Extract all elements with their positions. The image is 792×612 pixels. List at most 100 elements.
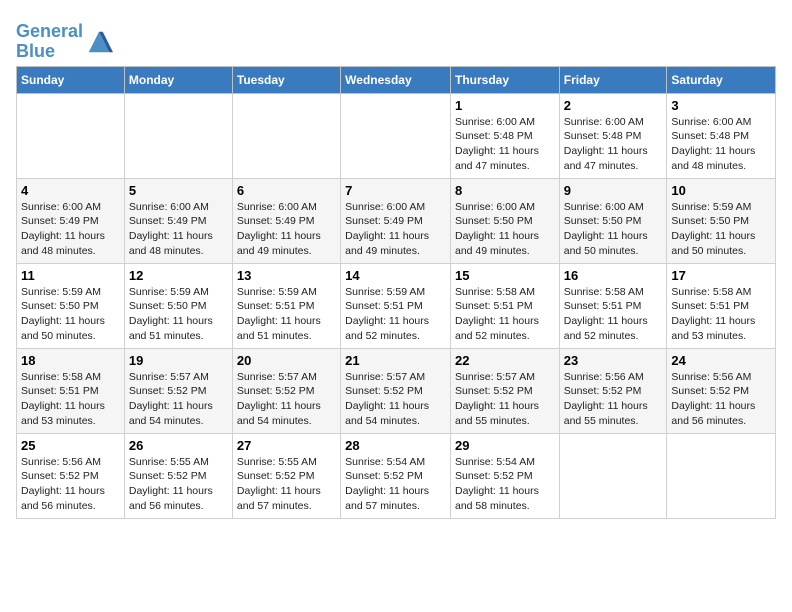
calendar-cell: 8 Sunrise: 6:00 AMSunset: 5:50 PMDaylight… <box>450 178 559 263</box>
day-info: Sunrise: 5:59 AMSunset: 5:51 PMDaylight:… <box>237 285 336 344</box>
col-header-monday: Monday <box>124 66 232 93</box>
day-number: 23 <box>564 353 663 368</box>
calendar-cell <box>232 93 340 178</box>
calendar-cell <box>17 93 125 178</box>
calendar-cell: 25 Sunrise: 5:56 AMSunset: 5:52 PMDayligh… <box>17 433 125 518</box>
day-number: 28 <box>345 438 446 453</box>
day-number: 13 <box>237 268 336 283</box>
calendar-cell: 18 Sunrise: 5:58 AMSunset: 5:51 PMDayligh… <box>17 348 125 433</box>
day-number: 27 <box>237 438 336 453</box>
day-number: 21 <box>345 353 446 368</box>
day-number: 15 <box>455 268 555 283</box>
day-info: Sunrise: 5:54 AMSunset: 5:52 PMDaylight:… <box>455 455 555 514</box>
day-number: 18 <box>21 353 120 368</box>
calendar-cell <box>341 93 451 178</box>
calendar-cell: 4 Sunrise: 6:00 AMSunset: 5:49 PMDaylight… <box>17 178 125 263</box>
calendar-cell: 10 Sunrise: 5:59 AMSunset: 5:50 PMDayligh… <box>667 178 776 263</box>
day-info: Sunrise: 6:00 AMSunset: 5:48 PMDaylight:… <box>671 115 771 174</box>
calendar-cell: 13 Sunrise: 5:59 AMSunset: 5:51 PMDayligh… <box>232 263 340 348</box>
day-number: 4 <box>21 183 120 198</box>
calendar-cell: 29 Sunrise: 5:54 AMSunset: 5:52 PMDayligh… <box>450 433 559 518</box>
calendar-cell: 22 Sunrise: 5:57 AMSunset: 5:52 PMDayligh… <box>450 348 559 433</box>
day-info: Sunrise: 5:57 AMSunset: 5:52 PMDaylight:… <box>345 370 446 429</box>
calendar-cell: 23Sunrise: 5:56 AMSunset: 5:52 PMDayligh… <box>559 348 667 433</box>
day-info: Sunrise: 6:00 AMSunset: 5:49 PMDaylight:… <box>237 200 336 259</box>
calendar-week-1: 4 Sunrise: 6:00 AMSunset: 5:49 PMDaylight… <box>17 178 776 263</box>
day-number: 29 <box>455 438 555 453</box>
day-info: Sunrise: 6:00 AMSunset: 5:50 PMDaylight:… <box>564 200 663 259</box>
day-number: 12 <box>129 268 228 283</box>
day-number: 3 <box>671 98 771 113</box>
calendar-cell: 2 Sunrise: 6:00 AMSunset: 5:48 PMDaylight… <box>559 93 667 178</box>
col-header-thursday: Thursday <box>450 66 559 93</box>
logo-text: General Blue <box>16 22 83 62</box>
day-info: Sunrise: 5:56 AMSunset: 5:52 PMDaylight:… <box>21 455 120 514</box>
day-info: Sunrise: 5:57 AMSunset: 5:52 PMDaylight:… <box>129 370 228 429</box>
day-number: 11 <box>21 268 120 283</box>
day-info: Sunrise: 5:54 AMSunset: 5:52 PMDaylight:… <box>345 455 446 514</box>
day-info: Sunrise: 5:58 AMSunset: 5:51 PMDaylight:… <box>21 370 120 429</box>
col-header-friday: Friday <box>559 66 667 93</box>
calendar-header-row: SundayMondayTuesdayWednesdayThursdayFrid… <box>17 66 776 93</box>
col-header-sunday: Sunday <box>17 66 125 93</box>
day-number: 9 <box>564 183 663 198</box>
col-header-wednesday: Wednesday <box>341 66 451 93</box>
day-number: 19 <box>129 353 228 368</box>
calendar-week-2: 11 Sunrise: 5:59 AMSunset: 5:50 PMDayligh… <box>17 263 776 348</box>
page-header: General Blue <box>16 16 776 62</box>
day-info: Sunrise: 5:55 AMSunset: 5:52 PMDaylight:… <box>129 455 228 514</box>
day-number: 1 <box>455 98 555 113</box>
day-info: Sunrise: 5:56 AMSunset: 5:52 PMDaylight:… <box>671 370 771 429</box>
calendar-cell: 16Sunrise: 5:58 AMSunset: 5:51 PMDayligh… <box>559 263 667 348</box>
calendar-cell: 1 Sunrise: 6:00 AMSunset: 5:48 PMDaylight… <box>450 93 559 178</box>
calendar-cell: 3 Sunrise: 6:00 AMSunset: 5:48 PMDaylight… <box>667 93 776 178</box>
day-info: Sunrise: 6:00 AMSunset: 5:49 PMDaylight:… <box>21 200 120 259</box>
day-info: Sunrise: 5:59 AMSunset: 5:50 PMDaylight:… <box>129 285 228 344</box>
calendar-cell: 20 Sunrise: 5:57 AMSunset: 5:52 PMDayligh… <box>232 348 340 433</box>
calendar-cell <box>124 93 232 178</box>
day-number: 22 <box>455 353 555 368</box>
day-number: 20 <box>237 353 336 368</box>
day-info: Sunrise: 5:58 AMSunset: 5:51 PMDaylight:… <box>564 285 663 344</box>
day-info: Sunrise: 5:58 AMSunset: 5:51 PMDaylight:… <box>671 285 771 344</box>
calendar-cell <box>667 433 776 518</box>
day-info: Sunrise: 6:00 AMSunset: 5:49 PMDaylight:… <box>345 200 446 259</box>
calendar-cell: 17Sunrise: 5:58 AMSunset: 5:51 PMDayligh… <box>667 263 776 348</box>
day-info: Sunrise: 5:57 AMSunset: 5:52 PMDaylight:… <box>455 370 555 429</box>
calendar-cell: 15 Sunrise: 5:58 AMSunset: 5:51 PMDayligh… <box>450 263 559 348</box>
calendar-cell: 6 Sunrise: 6:00 AMSunset: 5:49 PMDaylight… <box>232 178 340 263</box>
calendar-cell: 14Sunrise: 5:59 AMSunset: 5:51 PMDayligh… <box>341 263 451 348</box>
logo-icon <box>85 28 113 56</box>
day-info: Sunrise: 6:00 AMSunset: 5:48 PMDaylight:… <box>455 115 555 174</box>
logo: General Blue <box>16 22 113 62</box>
day-info: Sunrise: 5:57 AMSunset: 5:52 PMDaylight:… <box>237 370 336 429</box>
day-info: Sunrise: 5:59 AMSunset: 5:50 PMDaylight:… <box>21 285 120 344</box>
calendar-cell: 5Sunrise: 6:00 AMSunset: 5:49 PMDaylight… <box>124 178 232 263</box>
col-header-tuesday: Tuesday <box>232 66 340 93</box>
day-info: Sunrise: 5:58 AMSunset: 5:51 PMDaylight:… <box>455 285 555 344</box>
day-number: 8 <box>455 183 555 198</box>
day-number: 5 <box>129 183 228 198</box>
day-number: 2 <box>564 98 663 113</box>
calendar-cell: 12 Sunrise: 5:59 AMSunset: 5:50 PMDayligh… <box>124 263 232 348</box>
day-number: 10 <box>671 183 771 198</box>
day-number: 14 <box>345 268 446 283</box>
calendar-week-0: 1 Sunrise: 6:00 AMSunset: 5:48 PMDaylight… <box>17 93 776 178</box>
day-number: 25 <box>21 438 120 453</box>
day-number: 26 <box>129 438 228 453</box>
day-info: Sunrise: 6:00 AMSunset: 5:50 PMDaylight:… <box>455 200 555 259</box>
calendar-week-4: 25 Sunrise: 5:56 AMSunset: 5:52 PMDayligh… <box>17 433 776 518</box>
calendar-cell: 9 Sunrise: 6:00 AMSunset: 5:50 PMDaylight… <box>559 178 667 263</box>
day-number: 6 <box>237 183 336 198</box>
calendar-body: 1 Sunrise: 6:00 AMSunset: 5:48 PMDaylight… <box>17 93 776 518</box>
calendar-cell: 21 Sunrise: 5:57 AMSunset: 5:52 PMDayligh… <box>341 348 451 433</box>
day-info: Sunrise: 5:59 AMSunset: 5:50 PMDaylight:… <box>671 200 771 259</box>
day-number: 7 <box>345 183 446 198</box>
calendar-cell: 27 Sunrise: 5:55 AMSunset: 5:52 PMDayligh… <box>232 433 340 518</box>
calendar-table: SundayMondayTuesdayWednesdayThursdayFrid… <box>16 66 776 519</box>
calendar-week-3: 18 Sunrise: 5:58 AMSunset: 5:51 PMDayligh… <box>17 348 776 433</box>
calendar-cell <box>559 433 667 518</box>
calendar-cell: 7 Sunrise: 6:00 AMSunset: 5:49 PMDaylight… <box>341 178 451 263</box>
day-info: Sunrise: 5:55 AMSunset: 5:52 PMDaylight:… <box>237 455 336 514</box>
day-info: Sunrise: 6:00 AMSunset: 5:48 PMDaylight:… <box>564 115 663 174</box>
